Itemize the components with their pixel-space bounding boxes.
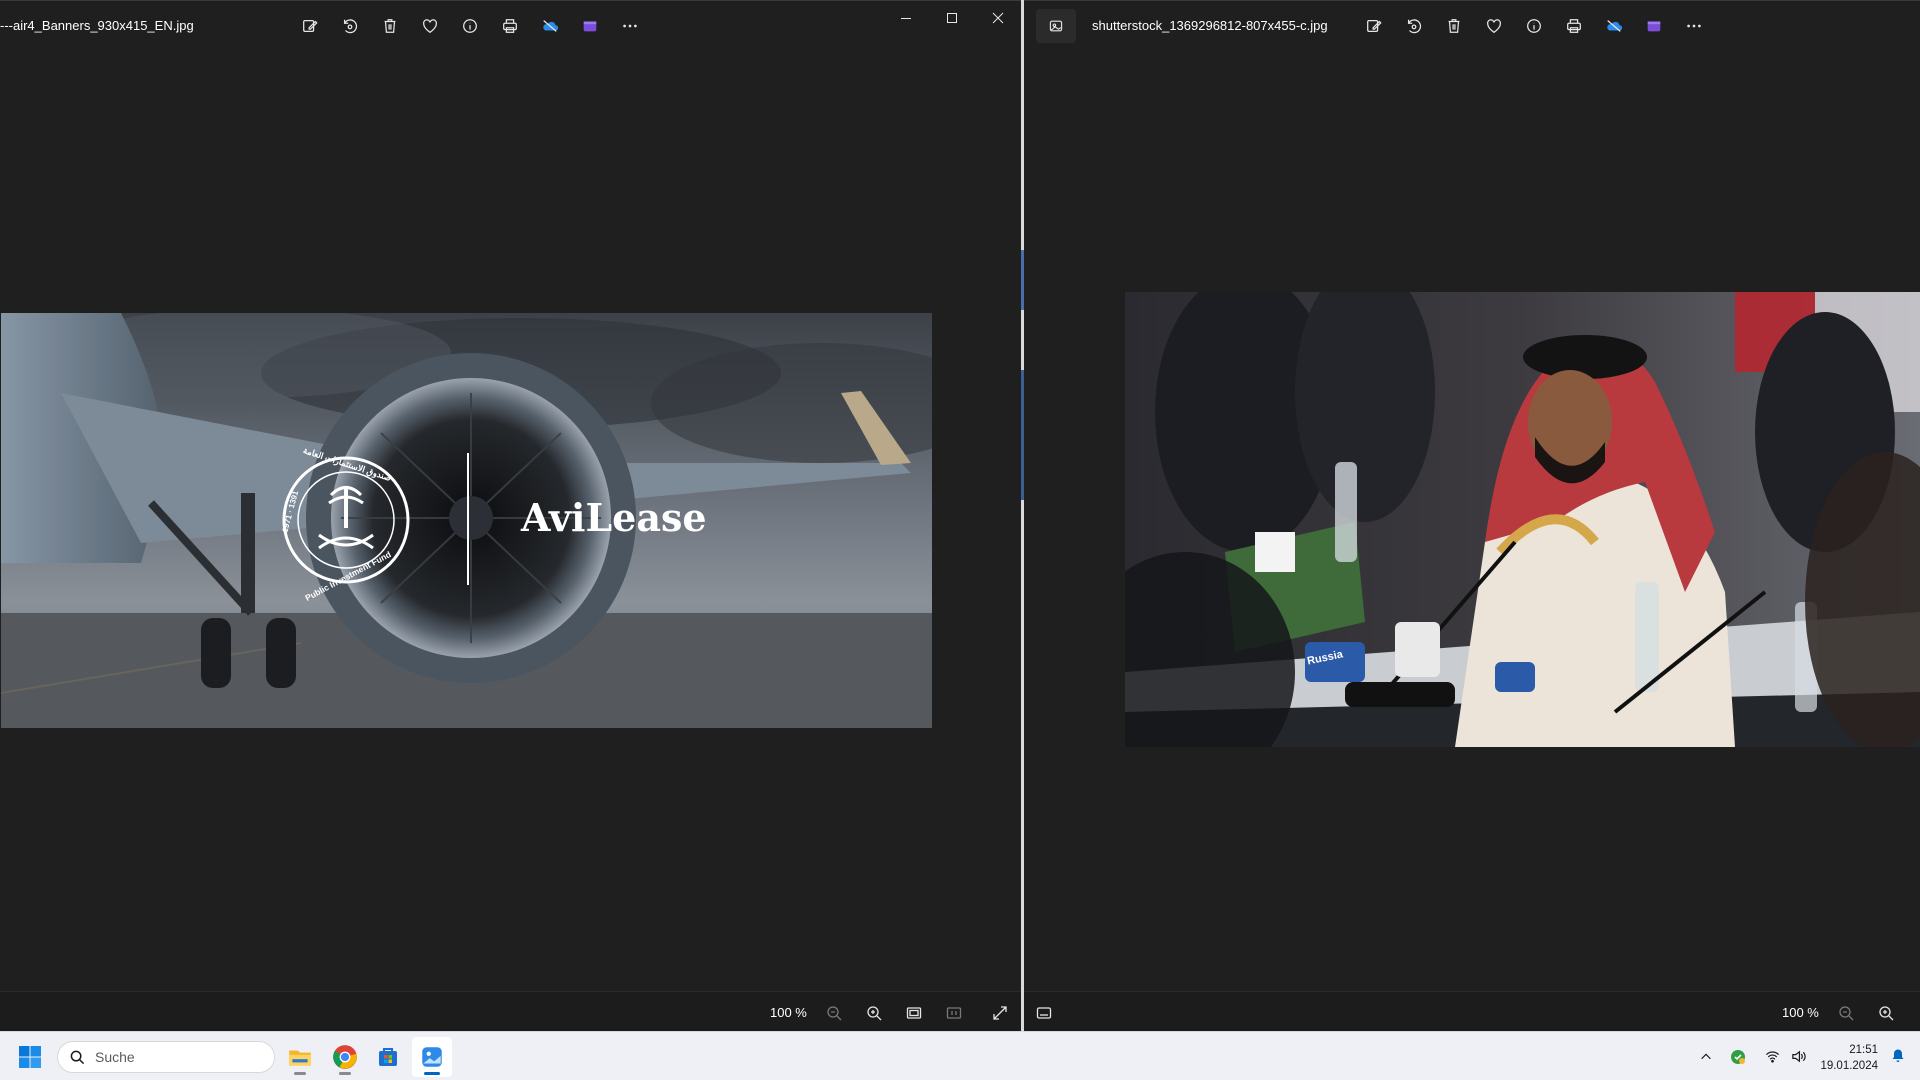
fullscreen-icon[interactable] [988,1001,1012,1025]
clock-date: 19.01.2024 [1820,1060,1878,1072]
system-tray [1694,1032,1810,1080]
filmstrip-icon[interactable] [1032,1001,1056,1025]
photo-image: Russia [1125,292,1920,747]
print-icon[interactable] [1554,12,1594,40]
favorite-icon[interactable] [410,12,450,40]
banner-image: AviLease Public Investment Fund صندوق ال… [1,313,932,728]
print-icon[interactable] [490,12,530,40]
chrome-icon[interactable] [325,1037,365,1077]
favorite-icon[interactable] [1474,12,1514,40]
info-icon[interactable] [1514,12,1554,40]
volume-icon[interactable] [1786,1045,1810,1069]
chevron-up-icon[interactable] [1694,1045,1718,1069]
photo-illustration [1125,292,1920,747]
more-icon[interactable] [1674,12,1714,40]
search-placeholder: Suche [95,1049,135,1065]
onedrive-icon[interactable] [1594,12,1634,40]
zoom-out-icon[interactable] [1834,1001,1858,1025]
wifi-icon[interactable] [1760,1045,1784,1069]
status-bar: 100 % [1024,991,1920,1032]
photos-window-left[interactable]: ---air4_Banners_930x415_EN.jpg AviLease … [0,0,1021,1032]
taskbar: Suche 21:51 19.01.2024 [0,1031,1920,1080]
search-icon [70,1050,85,1064]
title-bar[interactable]: ---air4_Banners_930x415_EN.jpg [0,1,1021,51]
photos-app-icon[interactable] [1036,9,1076,43]
photos-window-right[interactable]: shutterstock_1369296812-807x455-c.jpg Ru… [1024,0,1920,1032]
file-name: ---air4_Banners_930x415_EN.jpg [0,18,194,33]
image-toolbar [1354,12,1714,40]
zoom-level: 100 % [1782,1005,1819,1020]
banner-illustration [1,313,932,728]
minimize-icon[interactable] [883,1,929,35]
caption-buttons [883,1,1021,35]
image-toolbar [290,12,650,40]
edit-icon[interactable] [290,12,330,40]
rotate-icon[interactable] [1394,12,1434,40]
zoom-level: 100 % [770,1005,807,1020]
store-icon[interactable] [368,1037,408,1077]
brand-name: AviLease [521,495,707,540]
title-bar[interactable]: shutterstock_1369296812-807x455-c.jpg [1024,1,1920,51]
status-bar: 100 % [0,991,1021,1032]
zoom-out-icon[interactable] [822,1001,846,1025]
delete-icon[interactable] [1434,12,1474,40]
maximize-icon[interactable] [929,1,975,35]
clock[interactable]: 21:51 19.01.2024 [1820,1042,1878,1074]
desktop: ---air4_Banners_930x415_EN.jpg AviLease … [0,0,1920,1080]
actual-size-icon[interactable] [942,1001,966,1025]
notification-bell-icon[interactable] [1890,1048,1906,1069]
clipchamp-icon[interactable] [570,12,610,40]
file-name: shutterstock_1369296812-807x455-c.jpg [1092,18,1328,33]
delete-icon[interactable] [370,12,410,40]
security-icon[interactable] [1726,1045,1750,1069]
zoom-in-icon[interactable] [1874,1001,1898,1025]
rotate-icon[interactable] [330,12,370,40]
edit-icon[interactable] [1354,12,1394,40]
close-icon[interactable] [975,1,1021,35]
photos-icon[interactable] [412,1037,452,1077]
info-icon[interactable] [450,12,490,40]
onedrive-icon[interactable] [530,12,570,40]
zoom-in-icon[interactable] [862,1001,886,1025]
fit-to-window-icon[interactable] [902,1001,926,1025]
taskbar-search[interactable]: Suche [57,1041,275,1073]
file-explorer-icon[interactable] [280,1037,320,1077]
clock-time: 21:51 [1849,1044,1878,1056]
windows-start-icon[interactable] [18,1045,42,1069]
more-icon[interactable] [610,12,650,40]
clipchamp-icon[interactable] [1634,12,1674,40]
